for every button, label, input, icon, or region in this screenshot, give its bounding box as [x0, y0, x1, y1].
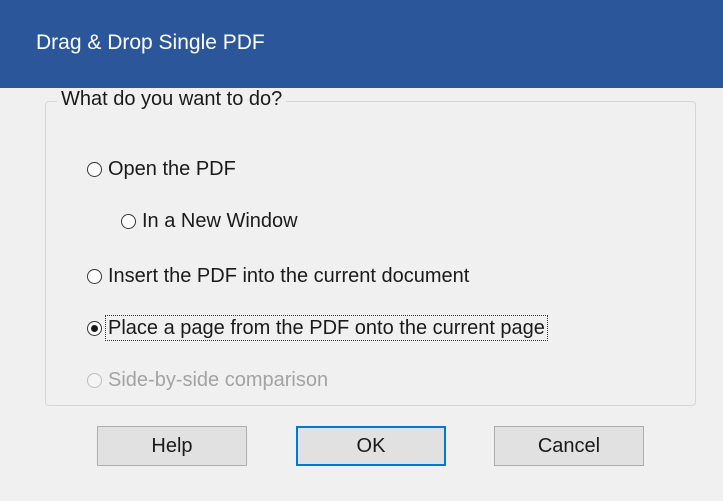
- place-page-radio[interactable]: [87, 320, 102, 336]
- new-window-label[interactable]: In a New Window: [142, 209, 298, 233]
- cancel-button[interactable]: Cancel: [494, 426, 644, 466]
- dialog-body: What do you want to do? Open the PDF In …: [10, 88, 723, 501]
- place-page-label[interactable]: Place a page from the PDF onto the curre…: [105, 315, 548, 341]
- new-window-radio-option[interactable]: In a New Window: [121, 209, 298, 233]
- action-group-box: What do you want to do? Open the PDF In …: [45, 88, 696, 406]
- new-window-radio[interactable]: [121, 213, 136, 229]
- place-page-radio-option[interactable]: Place a page from the PDF onto the curre…: [87, 315, 548, 341]
- group-legend: What do you want to do?: [57, 88, 287, 111]
- drag-drop-pdf-dialog: Drag & Drop Single PDF What do you want …: [0, 0, 723, 501]
- open-pdf-label[interactable]: Open the PDF: [108, 157, 236, 181]
- insert-pdf-radio-option[interactable]: Insert the PDF into the current document: [87, 264, 469, 288]
- insert-pdf-radio[interactable]: [87, 268, 102, 284]
- help-button[interactable]: Help: [97, 426, 247, 466]
- dialog-title: Drag & Drop Single PDF: [36, 31, 265, 54]
- side-by-side-radio: [87, 372, 102, 388]
- ok-button[interactable]: OK: [296, 426, 446, 466]
- insert-pdf-label[interactable]: Insert the PDF into the current document: [108, 264, 469, 288]
- open-pdf-radio[interactable]: [87, 161, 102, 177]
- side-by-side-radio-option: Side-by-side comparison: [87, 368, 328, 392]
- open-pdf-radio-option[interactable]: Open the PDF: [87, 157, 236, 181]
- title-bar[interactable]: Drag & Drop Single PDF: [0, 0, 723, 88]
- side-by-side-label: Side-by-side comparison: [108, 369, 329, 391]
